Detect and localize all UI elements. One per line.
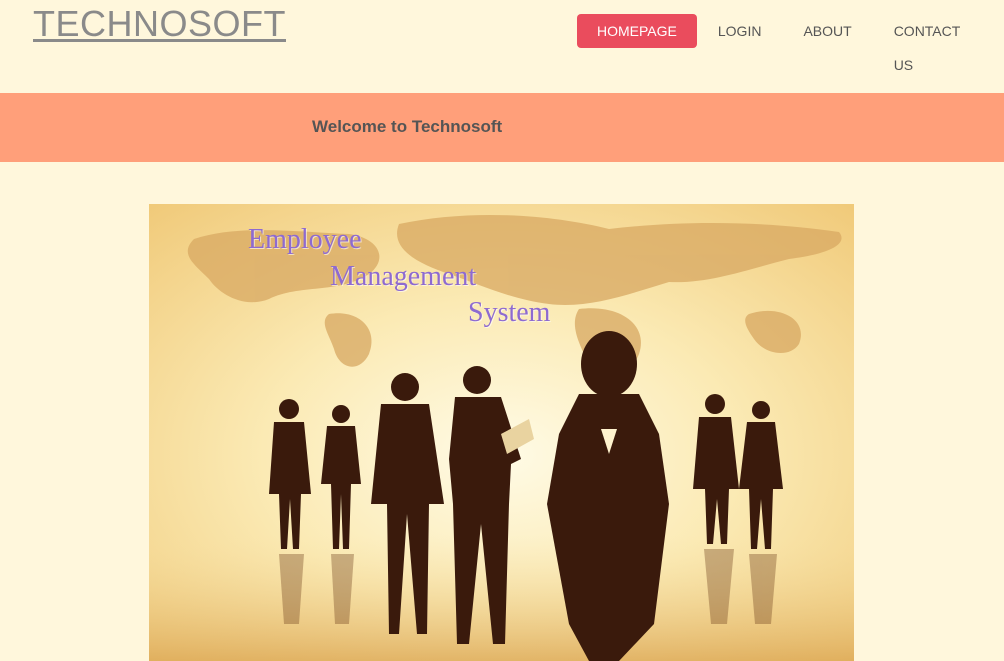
welcome-text: Welcome to Technosoft xyxy=(312,117,503,136)
nav-login[interactable]: LOGIN xyxy=(697,14,783,48)
nav-contact-us[interactable]: CONTACT US xyxy=(873,14,1004,73)
hero-illustration xyxy=(149,204,854,661)
welcome-banner: Welcome to Technosoft xyxy=(0,93,1004,162)
nav-homepage[interactable]: HOMEPAGE xyxy=(577,14,697,48)
brand-logo-link[interactable]: TECHNOSOFT xyxy=(33,3,286,45)
nav-about[interactable]: ABOUT xyxy=(782,14,872,48)
page: TECHNOSOFT HOMEPAGE LOGIN ABOUT CONTACT … xyxy=(0,0,1004,661)
hero-image: Employee Management System xyxy=(149,204,854,661)
hero-caption-line-2: Management xyxy=(330,261,477,292)
hero-caption-line-1: Employee xyxy=(248,224,362,255)
main-nav: HOMEPAGE LOGIN ABOUT CONTACT US xyxy=(577,14,1004,73)
hero-caption-line-3: System xyxy=(468,297,551,328)
